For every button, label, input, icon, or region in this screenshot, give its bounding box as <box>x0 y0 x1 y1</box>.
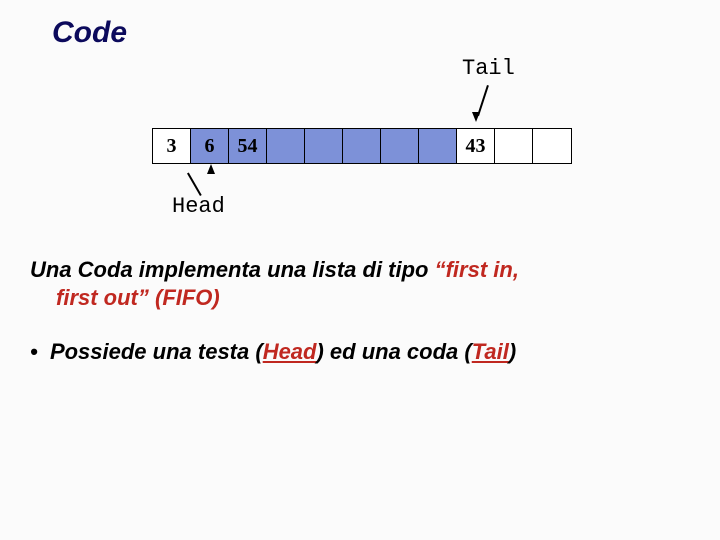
tail-label: Tail <box>462 56 515 81</box>
array-cell-6 <box>381 129 419 163</box>
array-cell-0: 3 <box>153 129 191 163</box>
array-cell-2: 54 <box>229 129 267 163</box>
array-cell-3 <box>267 129 305 163</box>
page-title: Code <box>52 16 127 50</box>
array-cell-7 <box>419 129 457 163</box>
p2-text-a: Possiede una testa ( <box>50 339 263 364</box>
array-cell-5 <box>343 129 381 163</box>
paragraph-1: Una Coda implementa una lista di tipo “f… <box>30 256 690 311</box>
head-arrow-head-icon <box>207 164 215 174</box>
array-cell-1: 6 <box>191 129 229 163</box>
p1-emphasis-2: first out” (FIFO) <box>56 285 220 310</box>
p2-text-e: ) <box>509 339 516 364</box>
head-arrow-line <box>187 172 202 196</box>
tail-arrow-head-icon <box>472 112 480 122</box>
head-label: Head <box>172 194 225 219</box>
array-cell-8: 43 <box>457 129 495 163</box>
p2-head-term: Head <box>263 339 317 364</box>
array-cell-9 <box>495 129 533 163</box>
p1-emphasis-1: “first in, <box>435 257 519 282</box>
p1-text-a: Una Coda implementa una lista di tipo <box>30 257 435 282</box>
array-cell-10 <box>533 129 571 163</box>
queue-array: 3654 43 <box>152 128 572 164</box>
paragraph-2: • Possiede una testa (Head) ed una coda … <box>30 338 690 366</box>
p2-text-c: ) ed una coda ( <box>316 339 471 364</box>
p2-tail-term: Tail <box>472 339 509 364</box>
array-cell-4 <box>305 129 343 163</box>
